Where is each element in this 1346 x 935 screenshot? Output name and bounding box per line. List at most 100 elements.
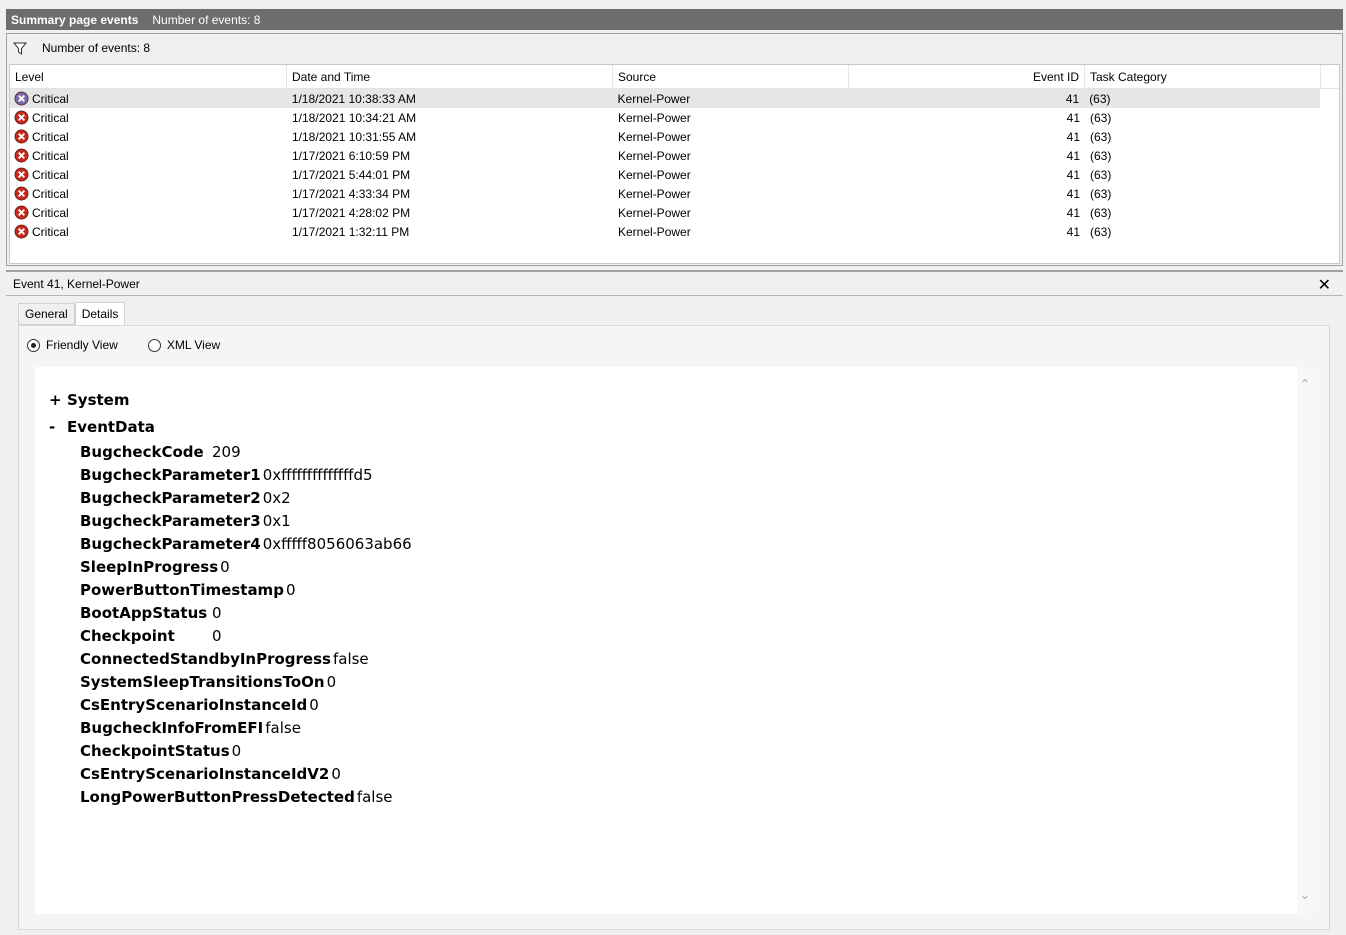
- cell-level: Critical: [10, 203, 287, 222]
- table-row[interactable]: Critical 1/17/2021 1:32:11 PM Kernel-Power…: [10, 222, 1339, 241]
- tree-node-label: System: [67, 390, 130, 409]
- field-name: CsEntryScenarioInstanceId: [80, 695, 308, 714]
- tree-node-system[interactable]: + System: [49, 386, 412, 413]
- eventdata-field: SystemSleepTransitionsToOn 0: [80, 670, 412, 693]
- cell-source: Kernel-Power: [618, 167, 691, 182]
- level-text: Critical: [32, 129, 69, 144]
- field-value: false: [265, 718, 301, 737]
- summary-event-count: Number of events: 8: [152, 12, 261, 27]
- critical-error-icon: [14, 91, 29, 106]
- eventdata-field: CsEntryScenarioInstanceId 0: [80, 693, 412, 716]
- field-name: LongPowerButtonPressDetected: [80, 787, 355, 806]
- detail-title: Event 41, Kernel-Power: [13, 276, 140, 291]
- eventdata-field: BugcheckParameter1 0xffffffffffffffd5: [80, 463, 412, 486]
- field-name: Checkpoint: [80, 626, 175, 645]
- detail-header: Event 41, Kernel-Power ✕: [6, 272, 1343, 296]
- collapse-icon[interactable]: -: [49, 418, 67, 436]
- event-detail-panel: Event 41, Kernel-Power ✕ General Details…: [6, 270, 1343, 932]
- view-mode-radios: Friendly View XML View: [27, 338, 250, 352]
- column-header-source[interactable]: Source: [613, 65, 849, 88]
- friendly-view-label: Friendly View: [46, 338, 118, 352]
- xml-view-label: XML View: [166, 338, 221, 352]
- cell-task-category: (63): [1090, 148, 1112, 163]
- cell-task-category: (63): [1090, 167, 1112, 182]
- critical-error-icon: [14, 186, 29, 201]
- column-header-level[interactable]: Level: [10, 65, 287, 88]
- cell-event-id: 41: [1066, 148, 1080, 163]
- eventdata-field: SleepInProgress 0: [80, 555, 412, 578]
- cell-task-category: (63): [1090, 110, 1112, 125]
- table-row[interactable]: Critical 1/17/2021 5:44:01 PM Kernel-Power…: [10, 165, 1339, 184]
- cell-level: Critical: [10, 89, 287, 108]
- scroll-up-icon[interactable]: ⌃: [1300, 377, 1310, 391]
- tree-node-label: EventData: [67, 417, 155, 436]
- cell-date: 1/18/2021 10:34:21 AM: [292, 110, 417, 125]
- grid-header: Level Date and Time Source Event ID Task…: [10, 65, 1339, 89]
- field-value: 0: [326, 672, 337, 691]
- tab-details[interactable]: Details: [74, 302, 126, 325]
- tree-node-eventdata[interactable]: - EventData: [49, 413, 412, 440]
- column-header-task-category[interactable]: Task Category: [1085, 65, 1321, 88]
- level-text: Critical: [32, 91, 69, 106]
- table-row[interactable]: Critical 1/18/2021 10:38:33 AM Kernel-Powe…: [10, 89, 1320, 108]
- tab-general[interactable]: General: [18, 303, 75, 325]
- eventdata-field: Checkpoint 0: [80, 624, 412, 647]
- cell-source: Kernel-Power: [618, 186, 691, 201]
- radio-unselected-icon: [147, 338, 161, 352]
- events-grid[interactable]: Level Date and Time Source Event ID Task…: [9, 64, 1340, 264]
- cell-source: Kernel-Power: [618, 110, 691, 125]
- field-value: false: [356, 787, 393, 806]
- field-name: BugcheckParameter2: [80, 488, 261, 507]
- cell-source: Kernel-Power: [617, 91, 691, 106]
- field-value: 0xfffff8056063ab66: [262, 534, 412, 553]
- summary-title-bar: Summary page events Number of events: 8: [6, 9, 1343, 30]
- cell-level: Critical: [10, 108, 287, 127]
- column-header-date[interactable]: Date and Time: [287, 65, 613, 88]
- cell-source: Kernel-Power: [618, 205, 691, 220]
- table-row[interactable]: Critical 1/18/2021 10:34:21 AM Kernel-Powe…: [10, 108, 1339, 127]
- eventdata-field: BugcheckInfoFromEFI false: [80, 716, 412, 739]
- scroll-down-icon[interactable]: ⌄: [1300, 888, 1310, 902]
- field-value: 209: [212, 442, 241, 461]
- cell-event-id: 41: [1066, 224, 1080, 239]
- vertical-scrollbar[interactable]: ⌃ ⌄: [1297, 367, 1314, 914]
- field-value: 0x2: [262, 488, 291, 507]
- field-name: BugcheckInfoFromEFI: [80, 718, 264, 737]
- critical-error-icon: [14, 224, 29, 239]
- cell-date: 1/17/2021 6:10:59 PM: [292, 148, 411, 163]
- column-header-event-id[interactable]: Event ID: [849, 65, 1085, 88]
- eventdata-field: BugcheckParameter2 0x2: [80, 486, 412, 509]
- cell-level: Critical: [10, 127, 287, 146]
- cell-date: 1/17/2021 4:33:34 PM: [292, 186, 411, 201]
- critical-error-icon: [14, 110, 29, 125]
- field-value: 0xffffffffffffffd5: [262, 465, 373, 484]
- field-value: 0x1: [262, 511, 291, 530]
- field-name: BugcheckParameter4: [80, 534, 261, 553]
- friendly-view-radio[interactable]: Friendly View: [27, 338, 118, 352]
- expand-icon[interactable]: +: [49, 391, 67, 409]
- cell-event-id: 41: [1066, 129, 1080, 144]
- close-icon[interactable]: ✕: [1318, 275, 1331, 295]
- critical-error-icon: [14, 167, 29, 182]
- level-text: Critical: [32, 205, 69, 220]
- cell-date: 1/17/2021 5:44:01 PM: [292, 167, 411, 182]
- cell-source: Kernel-Power: [618, 148, 691, 163]
- filter-icon[interactable]: [13, 42, 27, 55]
- field-name: ConnectedStandbyInProgress: [80, 649, 331, 668]
- summary-title: Summary page events: [11, 12, 139, 27]
- xml-view-radio[interactable]: XML View: [147, 338, 221, 352]
- table-row[interactable]: Critical 1/17/2021 4:33:34 PM Kernel-Power…: [10, 184, 1339, 203]
- events-panel: Number of events: 8 Level Date and Time …: [6, 33, 1343, 266]
- cell-event-id: 41: [1066, 205, 1080, 220]
- eventdata-fields: BugcheckCode 209 BugcheckParameter1 0xfffff…: [80, 440, 412, 808]
- level-text: Critical: [32, 110, 69, 125]
- table-row[interactable]: Critical 1/17/2021 6:10:59 PM Kernel-Power…: [10, 146, 1339, 165]
- cell-date: 1/17/2021 4:28:02 PM: [292, 205, 411, 220]
- eventdata-field: BugcheckCode 209: [80, 440, 412, 463]
- table-row[interactable]: Critical 1/17/2021 4:28:02 PM Kernel-Power…: [10, 203, 1339, 222]
- eventdata-field: BugcheckParameter4 0xfffff8056063ab66: [80, 532, 412, 555]
- level-text: Critical: [32, 148, 69, 163]
- field-name: PowerButtonTimestamp: [80, 580, 284, 599]
- table-row[interactable]: Critical 1/18/2021 10:31:55 AM Kernel-Powe…: [10, 127, 1339, 146]
- field-value: 0: [231, 741, 242, 760]
